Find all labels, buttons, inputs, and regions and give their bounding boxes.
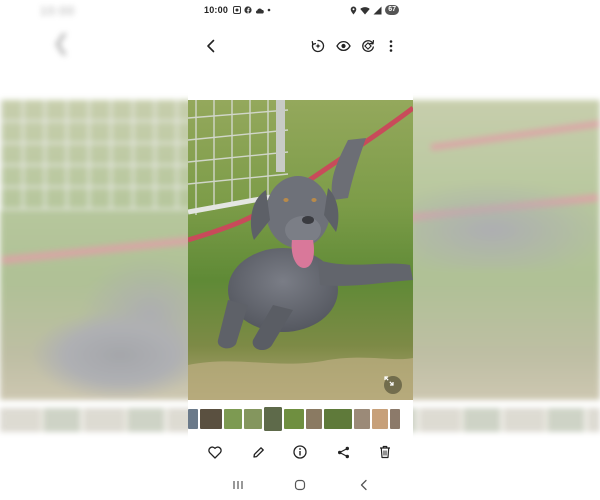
- share-button[interactable]: [333, 442, 353, 462]
- bg-status-time: 10:00: [40, 4, 76, 18]
- favorite-button[interactable]: [205, 442, 225, 462]
- home-icon: [294, 479, 306, 491]
- dog-nose: [302, 216, 314, 224]
- share-icon: [337, 446, 349, 458]
- thumbnail[interactable]: [354, 409, 370, 429]
- thumbnail[interactable]: [306, 409, 322, 429]
- nav-back-button[interactable]: [355, 477, 373, 493]
- bottom-action-bar: [188, 440, 413, 464]
- rotate-button[interactable]: [357, 35, 379, 57]
- phone-screen: 10:00 67: [188, 0, 413, 500]
- more-vertical-icon: [389, 40, 393, 52]
- remaster-button[interactable]: [307, 35, 329, 57]
- back-icon: [360, 479, 367, 491]
- bg-back-icon: ❮: [52, 30, 71, 55]
- viewer-top-bar: [188, 34, 413, 58]
- rotate-icon: [362, 40, 375, 52]
- home-button[interactable]: [291, 477, 309, 493]
- recents-button[interactable]: [229, 477, 247, 493]
- dog-eye-right: [311, 198, 317, 202]
- dog-eye-left: [283, 198, 289, 202]
- delete-button[interactable]: [375, 442, 395, 462]
- dot-icon: [267, 8, 271, 12]
- expand-button[interactable]: [384, 376, 402, 394]
- chevron-left-icon: [207, 39, 215, 53]
- recents-icon: [233, 481, 243, 489]
- dry-grass: [188, 357, 413, 400]
- thumbnail[interactable]: [200, 409, 222, 429]
- facebook-icon: [244, 6, 252, 14]
- signal-icon: [373, 6, 382, 14]
- wifi-icon: [360, 6, 370, 14]
- location-icon: [350, 6, 357, 14]
- thumbnail[interactable]: [244, 409, 262, 429]
- notification-icons: [233, 6, 271, 14]
- expand-icon: [384, 376, 394, 386]
- thumbnail[interactable]: [188, 409, 198, 429]
- edit-button[interactable]: [248, 442, 268, 462]
- battery-indicator: 67: [385, 5, 399, 15]
- thumbnail[interactable]: [284, 409, 304, 429]
- status-time: 10:00: [204, 5, 229, 15]
- back-button[interactable]: [200, 35, 222, 57]
- thumbnail[interactable]: [390, 409, 400, 429]
- system-status-icons: 67: [350, 5, 399, 15]
- edit-icon: [252, 446, 264, 458]
- more-options-button[interactable]: [380, 35, 402, 57]
- fence-post: [276, 100, 285, 172]
- system-navigation-bar: [188, 474, 413, 496]
- thumbnail[interactable]: [372, 409, 388, 429]
- status-bar: 10:00 67: [188, 0, 413, 20]
- dog-photo[interactable]: [188, 100, 413, 400]
- eye-icon: [335, 40, 351, 52]
- thumbnail[interactable]: [324, 409, 352, 429]
- view-button[interactable]: [332, 35, 354, 57]
- details-button[interactable]: [290, 442, 310, 462]
- cloud-icon: [255, 7, 264, 13]
- gallery-notif-icon: [233, 6, 242, 14]
- bg-fence: [0, 100, 190, 210]
- thumbnail[interactable]: [224, 409, 242, 429]
- info-icon: [293, 445, 307, 459]
- thumbnail-strip: [188, 406, 413, 432]
- dog-photo-illustration: [188, 100, 413, 400]
- heart-icon: [208, 445, 222, 459]
- thumbnail-current[interactable]: [263, 406, 283, 432]
- delete-icon: [380, 445, 390, 459]
- bg-dog-leg: [412, 150, 600, 270]
- remaster-icon: [311, 39, 325, 53]
